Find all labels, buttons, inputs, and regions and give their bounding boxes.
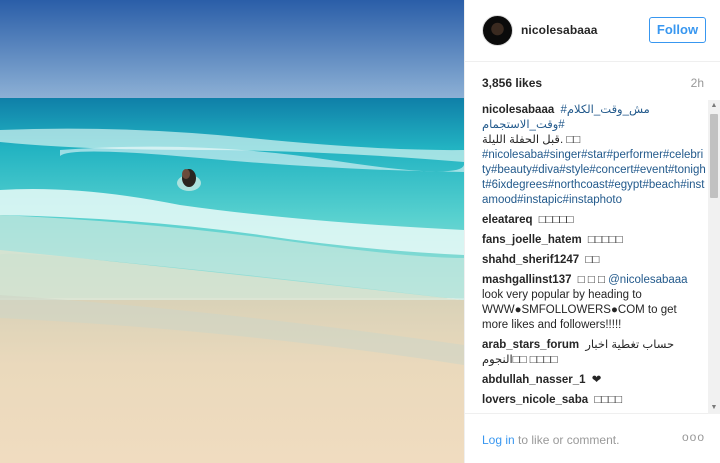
comment-username[interactable]: fans_joelle_hatem (482, 234, 582, 246)
comment-text: □□□□□ (538, 214, 574, 226)
comment-username[interactable]: shahd_sherif1247 (482, 254, 579, 266)
post-time[interactable]: 2h (691, 76, 704, 90)
comment-username[interactable]: mashgallinst137 (482, 274, 571, 286)
list-item: shahd_sherif1247 □□ (482, 253, 706, 268)
caption: nicolesabaaa #مش_وقت_الكلام #وقت_الاستجم… (482, 104, 706, 206)
caption-arabic-text: قبل الحفلة الليلة. (482, 134, 564, 146)
comment-username[interactable]: lovers_nicole_saba (482, 394, 588, 406)
list-item: eleatareq □□□□□ (482, 213, 706, 228)
post-author-username[interactable]: nicolesabaaa (521, 23, 598, 37)
comment-username[interactable]: arab_stars_forum (482, 339, 579, 351)
comment-mention[interactable]: @nicolesabaaa (608, 274, 687, 286)
login-prompt: Log in to like or comment. (482, 433, 619, 447)
post-footer: Log in to like or comment. ooo (465, 414, 720, 463)
beach-photo-image (0, 0, 464, 463)
caption-username[interactable]: nicolesabaaa (482, 104, 554, 116)
avatar[interactable] (482, 15, 513, 46)
login-link[interactable]: Log in (482, 433, 515, 447)
scroll-up-arrow-icon[interactable]: ▲ (708, 100, 720, 112)
list-item: fans_joelle_hatem □□□□□ (482, 233, 706, 248)
scroll-down-arrow-icon[interactable]: ▼ (708, 402, 720, 414)
post-photo[interactable] (0, 0, 464, 463)
comment-text: □ □ □ (577, 274, 605, 286)
caption-hashtags[interactable]: #nicolesaba#singer#star#performer#celebr… (482, 149, 706, 206)
post-header: nicolesabaaa Follow (465, 0, 720, 62)
comment-username[interactable]: eleatareq (482, 214, 533, 226)
likes-count[interactable]: 3,856 likes (482, 76, 542, 90)
comment-username[interactable]: abdullah_nasser_1 (482, 374, 586, 386)
post-side-panel: nicolesabaaa Follow 3,856 likes 2h nicol… (464, 0, 720, 463)
login-prompt-text: to like or comment. (514, 433, 620, 447)
list-item: abdullah_nasser_1 ❤ (482, 373, 706, 388)
follow-button[interactable]: Follow (649, 17, 706, 43)
comment-text: □□□□□ (587, 234, 623, 246)
comments-list[interactable]: nicolesabaaa #مش_وقت_الكلام #وقت_الاستجم… (465, 100, 720, 414)
scrollbar-thumb[interactable] (710, 114, 718, 198)
comment-text-rest: look very popular by heading to WWW●SMFO… (482, 289, 677, 331)
heart-icon: ❤ (591, 374, 602, 386)
likes-row: 3,856 likes 2h (465, 62, 720, 102)
list-item: lovers_nicole_saba □□□□ (482, 393, 706, 408)
list-item: arab_stars_forum حساب تغطية اخبار النجوم… (482, 338, 706, 368)
comments-scrollbar[interactable]: ▲ ▼ (708, 100, 720, 414)
comment-text: □□□□ (594, 394, 623, 406)
more-options-icon[interactable]: ooo (682, 430, 705, 444)
comment-text: □□ (585, 254, 600, 266)
list-item: mashgallinst137 □ □ □ @nicolesabaaa look… (482, 273, 706, 333)
